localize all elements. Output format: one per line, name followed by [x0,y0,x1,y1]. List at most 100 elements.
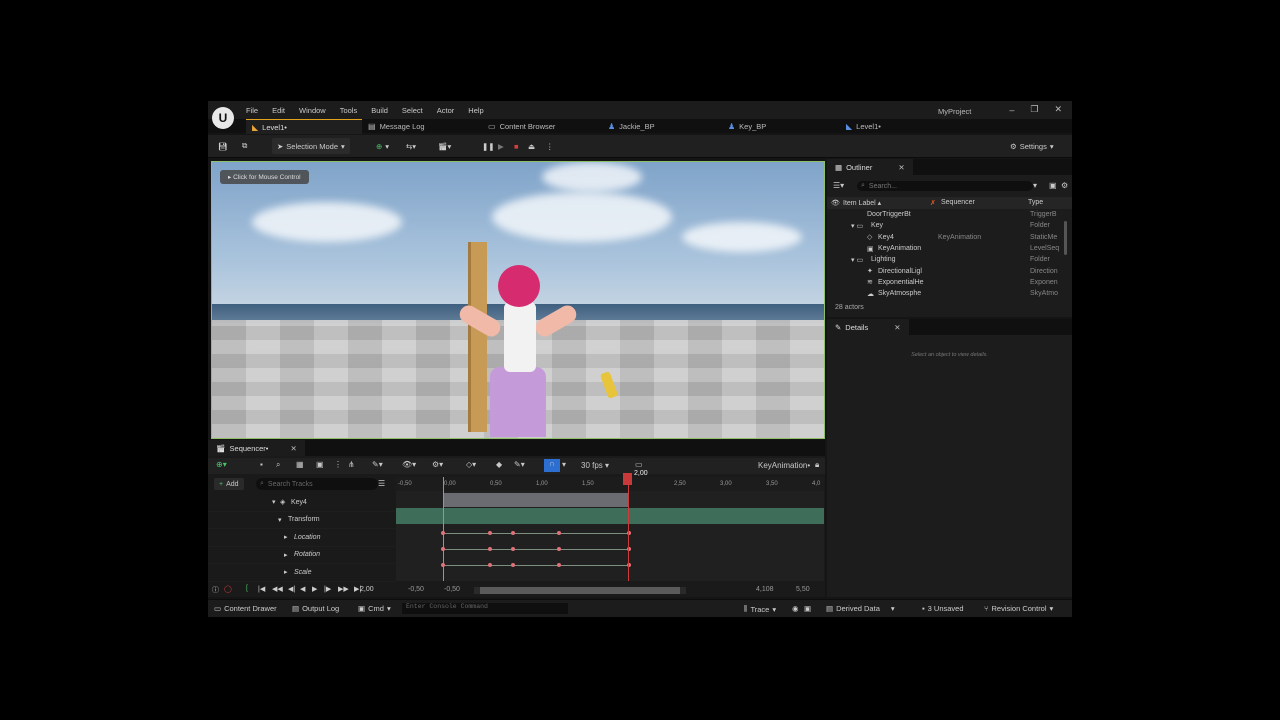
track-search-input[interactable]: ⌕ Search Tracks [256,478,378,490]
expand-icon[interactable]: ▸ [284,568,288,576]
prev-key-icon[interactable]: ◀◀ [272,585,283,593]
tab-jackie-bp[interactable]: ♟ Jackie_BP [608,119,655,133]
browse-icon[interactable]: ⧉ [242,138,247,154]
jump-start-icon[interactable]: |◀ [258,585,265,593]
transform-section-bar[interactable] [396,508,824,524]
tab-message-log[interactable]: ▤ Message Log [368,119,425,133]
info-icon[interactable]: ⓘ [212,585,219,595]
close-icon[interactable]: ✕ [894,323,900,332]
eject-icon[interactable]: ⏏ [528,138,535,154]
restore-icon[interactable]: ❐ [1030,104,1038,115]
gear-icon[interactable]: ⚙ [1061,181,1068,190]
output-log-button[interactable]: ▤ Output Log [292,604,339,613]
trace-dropdown[interactable]: ⫼ Trace ▾ [744,604,776,614]
close-icon[interactable]: ✕ [898,163,904,172]
filter-icon[interactable]: ☰ [378,479,385,488]
fps-dropdown[interactable]: 30 fps ▾ [581,461,609,470]
level-viewport[interactable]: ▸ Click for Mouse Control [211,161,825,439]
column-item-label[interactable]: Item Label ▴ [843,199,881,207]
column-type[interactable]: Type [1028,199,1043,206]
unreal-logo[interactable]: U [212,107,234,129]
keyframe[interactable] [510,531,515,535]
tab-level1[interactable]: ◣ Level1• [246,119,362,134]
more-options-icon[interactable]: ⋮ [334,460,342,469]
tree-row[interactable]: DoorTriggerBt TriggerB [827,209,1064,220]
menu-help[interactable]: Help [468,106,483,115]
track-row-key4[interactable]: ▾ ◈ Key4 [208,494,395,512]
auto-key-icon[interactable]: ◆ [496,460,502,469]
track-row-rotation[interactable]: ▸ Rotation [208,547,395,564]
stop-icon[interactable]: ■ [514,138,519,154]
content-drawer-button[interactable]: ▭ Content Drawer [214,604,277,613]
view-range-end[interactable]: 5,50 [796,586,810,593]
tree-row[interactable]: ≋ ExponentialHe Exponen [827,277,1064,288]
tree-row[interactable]: ▣ KeyAnimation LevelSeq [827,243,1064,254]
menu-tools[interactable]: Tools [340,106,358,115]
lock-icon[interactable]: 🔒︎ [815,460,819,470]
expand-icon[interactable]: ▾ [278,516,282,524]
step-icon[interactable]: ▶ [498,138,504,154]
expand-icon[interactable]: ▸ [284,533,288,541]
revision-control-button[interactable]: ⑂ Revision Control ▾ [984,604,1053,613]
world-icon[interactable]: ⊕▾ [216,460,227,469]
chevron-down-icon[interactable]: ▾ [1033,181,1037,190]
close-icon[interactable]: ✕ [290,444,296,453]
start-bracket-icon[interactable]: [ [246,585,248,592]
time-ruler[interactable]: -0,500,000,501,001,502,002,503,003,504,0 [396,477,824,491]
camera-icon[interactable]: ▣ [804,604,811,613]
timeline-scroll-thumb[interactable] [480,587,680,594]
prev-frame-icon[interactable]: ◀| [288,585,295,593]
key4-section-bar[interactable] [443,493,629,507]
column-sequencer[interactable]: Sequencer [941,199,975,206]
save-icon[interactable]: ▪ [260,460,263,469]
blueprint-menu-button[interactable]: ⇆▾ [406,138,416,154]
menu-window[interactable]: Window [299,106,326,115]
menu-file[interactable]: File [246,106,258,115]
settings-button[interactable]: ⚙ Settings ▾ [1010,138,1054,154]
tree-row[interactable]: ☁ SkyAtmosphe SkyAtmo [827,288,1064,299]
visibility-icon[interactable]: 👁︎ [831,199,840,207]
tab-level1-secondary[interactable]: ◣ Level1• [846,119,881,133]
outliner-tab[interactable]: ▦ Outliner ✕ [827,159,913,175]
playback-options-icon[interactable]: ⚙▾ [432,460,443,469]
sequencer-tab[interactable]: 🎬︎ Sequencer• ✕ [208,440,305,456]
cinematics-button[interactable]: 🎬︎▾ [438,138,451,154]
timeline-area[interactable]: -0,50 0,00 0,50 1,00 1,50 2,00 2,50 3,00 3,50 4,0… [396,470,824,581]
tree-row[interactable]: ▾ ▭ Key Folder [827,220,1064,231]
tree-row[interactable]: ◇ Key4 KeyAnimation StaticMe [827,232,1064,243]
camera-icon[interactable]: ▣ [316,460,324,469]
expand-icon[interactable]: ▸ [284,551,288,559]
expand-icon[interactable]: ▾ [272,498,276,506]
key-interp-icon[interactable]: ◇▾ [466,460,476,469]
next-frame-icon[interactable]: |▶ [324,585,331,593]
outliner-scrollbar[interactable] [1064,221,1067,255]
keyframe[interactable] [487,547,492,551]
derived-data-button[interactable]: ▤ Derived Data ▾ [826,604,895,613]
close-icon[interactable]: ✕ [1054,104,1062,115]
track-row-location[interactable]: ▸ Location [208,529,395,547]
chevron-down-icon[interactable]: ▾ [562,460,566,469]
selection-mode-dropdown[interactable]: ➤ Selection Mode ▾ [272,138,350,154]
render-icon[interactable]: ▦ [296,460,304,469]
menu-edit[interactable]: Edit [272,106,285,115]
view-range-start[interactable]: -0,50 [408,586,424,593]
reverse-play-icon[interactable]: ◀ [300,585,305,593]
current-time-field[interactable]: 2,00 [360,586,374,593]
filter-icon[interactable]: ☰▾ [833,181,844,190]
keyframe[interactable] [557,531,562,535]
keyframe[interactable] [487,563,492,567]
eye-icon[interactable]: 👁︎▾ [402,460,416,469]
record-status-icon[interactable]: ◉ [792,604,799,613]
brush-icon[interactable]: ✎▾ [514,460,525,469]
playhead-handle[interactable] [623,473,632,485]
mouse-control-button[interactable]: ▸ Click for Mouse Control [220,170,309,184]
tab-content-browser[interactable]: ▭ Content Browser [488,119,555,133]
find-icon[interactable]: ⌕ [276,460,280,470]
pause-icon[interactable]: ❚❚ [482,138,495,154]
tab-key-bp[interactable]: ♟ Key_BP [728,119,766,133]
details-tab[interactable]: ✎ Details ✕ [827,319,909,335]
curve-editor-icon[interactable]: ▭ [635,460,643,469]
track-row-scale[interactable]: ▸ Scale [208,564,395,582]
tree-row[interactable]: ✦ DirectionalLigl Direction [827,265,1064,276]
record-icon[interactable]: ◯ [224,585,232,593]
